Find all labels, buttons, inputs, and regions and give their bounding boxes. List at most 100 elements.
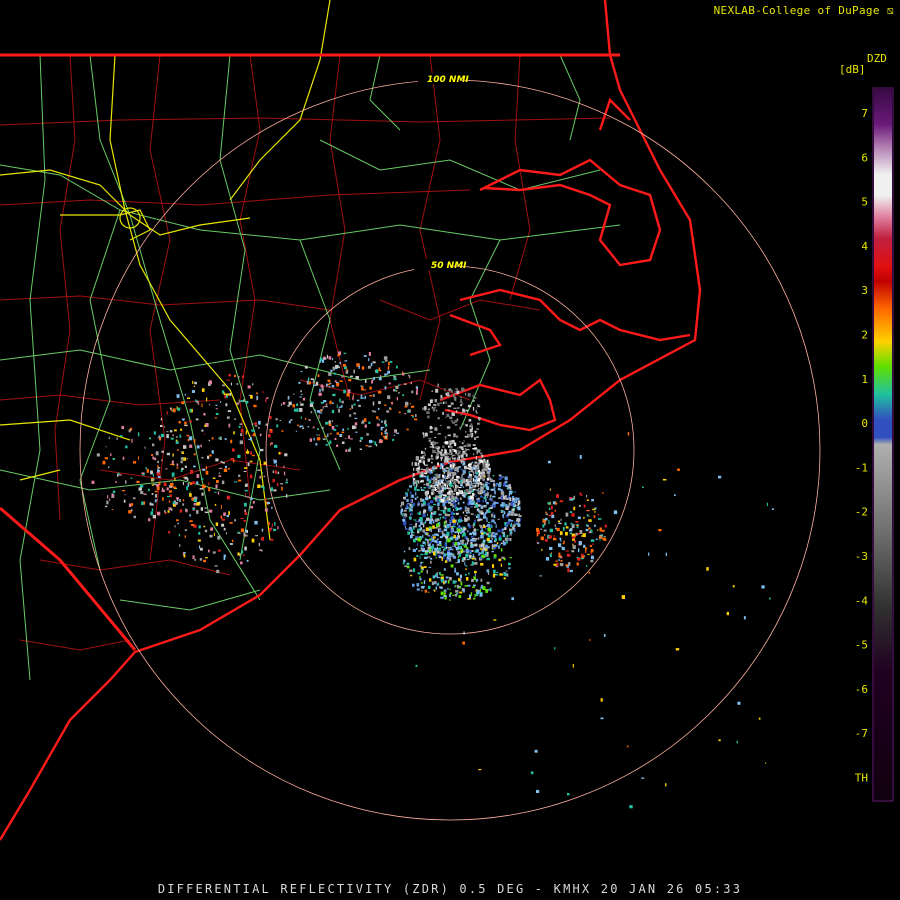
radar-echo: [426, 490, 429, 495]
radar-echo: [420, 471, 424, 475]
radar-echo: [337, 354, 340, 357]
radar-echo: [245, 493, 246, 496]
radar-echo: [429, 548, 432, 552]
radar-echo: [501, 502, 504, 506]
radar-echo: [353, 403, 356, 406]
radar-echo: [174, 504, 177, 506]
radar-echo: [283, 471, 286, 476]
radar-echo: [573, 506, 576, 511]
radar-echo: [463, 490, 466, 492]
radar-echo: [468, 527, 471, 529]
radar-echo: [458, 487, 462, 489]
radar-echo: [323, 357, 327, 360]
radar-echo: [477, 508, 479, 511]
radar-echo: [675, 648, 680, 651]
radar-echo: [378, 401, 381, 405]
radar-echo: [465, 548, 469, 553]
radar-echo: [449, 440, 452, 445]
radar-echo: [490, 500, 494, 502]
radar-echo: [241, 550, 244, 554]
radar-echo: [446, 395, 449, 397]
radar-echo: [430, 454, 433, 458]
radar-echo: [384, 359, 388, 362]
radar-echo: [422, 541, 425, 545]
radar-echo: [461, 475, 463, 478]
radar-echo: [418, 459, 422, 463]
radar-echo: [269, 415, 272, 420]
radar-echo: [124, 494, 126, 496]
radar-echo: [183, 445, 187, 449]
radar-echo: [390, 408, 392, 411]
radar-echo: [229, 522, 233, 524]
radar-echo: [438, 474, 441, 476]
radar-echo: [554, 524, 556, 527]
radar-echo: [160, 425, 163, 427]
radar-echo: [450, 420, 454, 422]
radar-echo: [345, 370, 349, 374]
radar-echo: [446, 475, 449, 478]
radar-echo: [410, 499, 413, 503]
radar-echo: [472, 461, 474, 464]
radar-echo: [215, 522, 219, 526]
radar-echo: [433, 503, 437, 506]
radar-echo: [273, 459, 275, 461]
radar-echo: [393, 378, 397, 381]
radar-echo: [423, 523, 425, 528]
radar-echo: [485, 499, 487, 503]
radar-echo: [336, 444, 339, 447]
radar-echo: [157, 476, 161, 478]
radar-echo: [433, 511, 436, 513]
radar-echo: [176, 497, 179, 500]
radar-echo: [476, 473, 478, 475]
radar-echo: [427, 403, 431, 406]
radar-echo: [450, 417, 453, 420]
radar-echo: [458, 554, 461, 557]
radar-echo: [458, 595, 462, 599]
radar-echo: [351, 404, 354, 409]
radar-echo: [600, 717, 604, 720]
radar-echo: [677, 468, 680, 471]
radar-echo: [429, 514, 432, 518]
radar-echo: [492, 544, 494, 546]
radar-echo: [369, 386, 372, 390]
radar-echo: [121, 425, 125, 430]
radar-echo: [465, 410, 467, 412]
radar-echo: [446, 413, 450, 417]
radar-echo: [487, 523, 490, 528]
radar-echo: [276, 482, 279, 487]
radar-echo: [402, 371, 404, 374]
radar-echo: [743, 616, 746, 620]
radar-echo: [200, 444, 202, 448]
radar-echo: [333, 372, 336, 375]
radar-echo: [248, 438, 252, 440]
radar-echo: [166, 434, 169, 439]
radar-echo: [297, 424, 299, 427]
radar-echo: [517, 503, 520, 507]
radar-echo: [578, 504, 581, 507]
legend-tick-label: -3: [855, 550, 868, 563]
radar-echo: [626, 745, 629, 748]
radar-echo: [567, 793, 570, 796]
radar-echo: [350, 438, 353, 440]
radar-echo: [411, 390, 414, 394]
radar-echo: [386, 410, 390, 413]
radar-echo: [205, 557, 208, 559]
radar-echo: [629, 805, 633, 809]
radar-echo: [516, 518, 520, 522]
radar-echo: [270, 538, 274, 541]
radar-echo: [223, 392, 226, 395]
radar-echo: [577, 516, 581, 520]
radar-echo: [434, 547, 438, 551]
radar-echo: [437, 462, 439, 466]
radar-echo: [452, 541, 455, 546]
legend-tick-label: 0: [861, 417, 868, 430]
radar-echo: [491, 538, 493, 540]
radar-echo: [234, 374, 236, 378]
radar-echo: [329, 440, 332, 444]
radar-echo: [504, 502, 506, 505]
radar-echo: [238, 425, 241, 428]
radar-echo: [560, 559, 563, 562]
radar-echo: [158, 482, 161, 486]
radar-echo: [417, 543, 418, 546]
radar-echo: [465, 453, 468, 457]
